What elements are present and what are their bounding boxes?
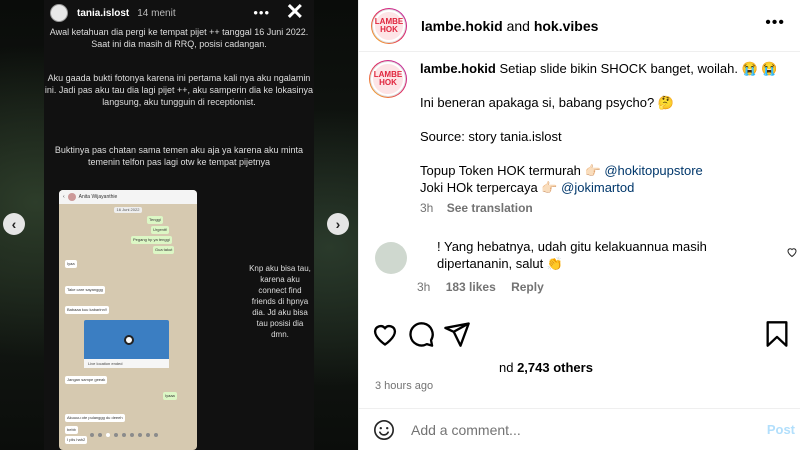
caption-line-1: Setiap slide bikin SHOCK banget, woilah.… xyxy=(495,61,778,76)
chat-header: ‹ Anita Wijayanthie xyxy=(59,190,197,204)
chat-avatar xyxy=(67,193,76,201)
chat-bubble: Iyaaa xyxy=(163,392,177,400)
caption-line-4: Topup Token HOK termurah 👉🏻 xyxy=(420,163,605,178)
previous-slide-button[interactable]: ‹ xyxy=(3,213,25,235)
see-translation-button[interactable]: See translation xyxy=(447,201,533,215)
more-options-icon[interactable]: ••• xyxy=(765,14,785,32)
story-side-text: Knp aku bisa tau, karena aku connect fin… xyxy=(249,264,311,339)
comment-time: 3h xyxy=(417,280,431,294)
chat-date: 16 Juni 2022 xyxy=(114,207,142,213)
live-location-map: Live location ended xyxy=(84,320,169,368)
chevron-right-icon: › xyxy=(335,216,341,232)
map-caption: Live location ended xyxy=(84,359,169,368)
reply-button[interactable]: Reply xyxy=(511,280,544,294)
slide-dot[interactable] xyxy=(114,433,118,437)
post-authors: lambe.hokid and hok.vibes xyxy=(421,18,598,34)
avatar: LAMBE HOK xyxy=(373,9,405,42)
slide-dot[interactable] xyxy=(138,433,142,437)
collab-account-link[interactable]: hok.vibes xyxy=(534,18,599,34)
story-header: tania.islost 14 menit xyxy=(44,0,314,26)
emoji-icon[interactable] xyxy=(373,419,395,441)
likes-count[interactable]: 2,743 others xyxy=(517,360,593,375)
close-icon[interactable]: ✕ xyxy=(286,1,304,23)
caption-line-2: Ini beneran apakaga si, babang psycho? 🤔 xyxy=(420,95,674,110)
share-icon[interactable] xyxy=(443,320,471,348)
chat-bubble: Take care sayanggg xyxy=(65,286,105,294)
slide-dot[interactable] xyxy=(154,433,158,437)
next-slide-button[interactable]: › xyxy=(327,213,349,235)
comment-avatar[interactable] xyxy=(375,242,407,274)
story-text-2: Aku gaada bukti fotonya karena ini perta… xyxy=(44,73,314,107)
story-text-3: Buktinya pas chatan sama temen aku aja y… xyxy=(54,145,304,167)
caption-time: 3h xyxy=(420,201,434,215)
back-icon: ‹ xyxy=(63,194,65,200)
slide-dot[interactable] xyxy=(146,433,150,437)
slide-dot[interactable] xyxy=(106,433,110,437)
slide-dot[interactable] xyxy=(90,433,94,437)
story-time: 14 menit xyxy=(137,7,176,19)
chevron-left-icon: ‹ xyxy=(11,216,17,232)
likes-prefix: nd xyxy=(499,360,518,375)
chat-bubble: I plis hah2 xyxy=(65,436,88,444)
slide-dot[interactable] xyxy=(122,433,126,437)
likes-summary[interactable]: nd 2,743 others xyxy=(499,360,593,375)
chat-bubble: Pegang hp ya tenggi xyxy=(131,236,172,244)
chat-bubble: Gua takut xyxy=(153,246,175,254)
post-panel: LAMBE HOK lambe.hokid and hok.vibes ••• … xyxy=(358,0,800,450)
author-conjunction: and xyxy=(502,17,534,34)
chat-bubble: Tenggi xyxy=(147,216,163,224)
chat-bubble: bebb xyxy=(65,426,78,434)
caption-username[interactable]: lambe.hokid xyxy=(420,61,496,76)
hokitopupstore-link[interactable]: @hokitopupstore xyxy=(604,163,702,178)
comment-icon[interactable] xyxy=(407,320,435,348)
comment-likes[interactable]: 183 likes xyxy=(446,280,496,294)
bookmark-icon[interactable] xyxy=(763,320,791,348)
chat-bubble: Babaaa kuu kabarinn!! xyxy=(65,306,110,314)
caption-line-3: Source: story tania.islost xyxy=(420,129,562,144)
comment-text: ! Yang hebatnya, udah gitu kelakuannua m… xyxy=(437,239,707,271)
caption-avatar-ring[interactable]: LAMBE HOK xyxy=(369,60,407,98)
post-time: 3 hours ago xyxy=(375,380,434,392)
chat-bubble: Akuuuu ote pulanggg du deeeh xyxy=(65,414,125,422)
caption-avatar: LAMBE HOK xyxy=(371,62,405,96)
heart-icon[interactable] xyxy=(371,320,399,348)
caption-body: lambe.hokid Setiap slide bikin SHOCK ban… xyxy=(420,60,778,217)
jokimartod-link[interactable]: @jokimartod xyxy=(561,180,634,195)
account-link[interactable]: lambe.hokid xyxy=(421,18,503,34)
slide-dot[interactable] xyxy=(130,433,134,437)
chat-bubble: Iyaa xyxy=(65,260,77,268)
chat-screenshot: ‹ Anita Wijayanthie 16 Juni 2022 Tenggi … xyxy=(59,190,197,450)
story-viewer: ‹ › tania.islost 14 menit ••• ✕ Awal ket… xyxy=(0,0,358,450)
caption-meta: 3h See translation xyxy=(420,200,778,217)
story-text-1: Awal ketahuan dia pergi ke tempat pijet … xyxy=(49,27,309,49)
post-button[interactable]: Post xyxy=(767,422,795,437)
comment: ! Yang hebatnya, udah gitu kelakuannua m… xyxy=(369,238,799,274)
post-header: LAMBE HOK lambe.hokid and hok.vibes ••• xyxy=(359,0,800,52)
story-avatar[interactable] xyxy=(50,4,68,22)
chat-bubble: Jangan sampe geeak xyxy=(65,376,108,384)
action-bar xyxy=(371,320,791,348)
map-pin-icon xyxy=(124,335,134,345)
story-slide: tania.islost 14 menit ••• ✕ Awal ketahua… xyxy=(44,0,314,450)
caption-line-5: Joki HOk terpercaya 👉🏻 xyxy=(420,180,562,195)
story-more-icon[interactable]: ••• xyxy=(253,5,270,20)
chat-contact: Anita Wijayanthie xyxy=(78,194,118,200)
comment-like-icon[interactable] xyxy=(786,246,798,261)
avatar-ring[interactable]: LAMBE HOK xyxy=(371,7,407,44)
add-comment-bar: Add a comment... Post xyxy=(359,408,800,450)
comment-meta: 3h 183 likes Reply xyxy=(417,280,556,294)
slide-dot[interactable] xyxy=(98,433,102,437)
caption: LAMBE HOK lambe.hokid Setiap slide bikin… xyxy=(369,60,789,217)
slide-indicator xyxy=(90,433,158,437)
comment-input[interactable]: Add a comment... xyxy=(411,422,521,438)
chat-bubble: Urgentt! xyxy=(151,226,170,234)
story-username[interactable]: tania.islost xyxy=(77,8,129,19)
